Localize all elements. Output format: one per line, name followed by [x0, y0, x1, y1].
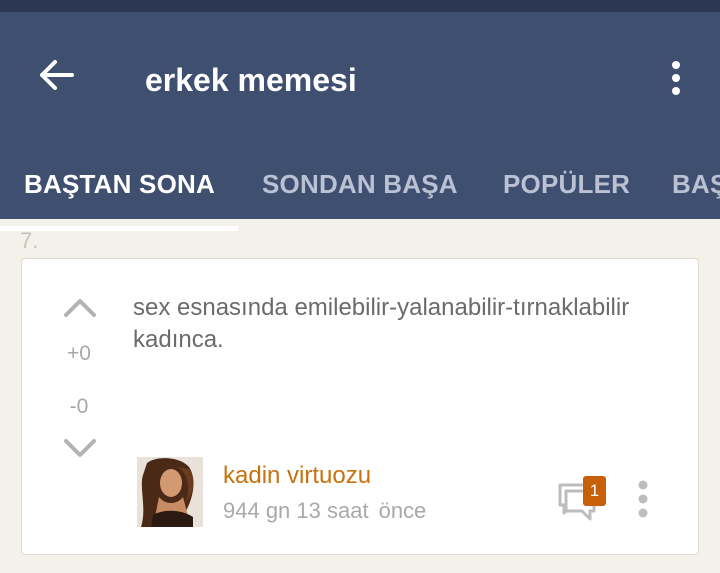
entry-menu-button[interactable]	[630, 477, 656, 521]
tab-bas[interactable]: BAŞ	[672, 166, 720, 202]
downvote-button[interactable]	[60, 435, 100, 463]
app-bar: erkek memesi BAŞTAN SONA SONDAN BAŞA POP…	[0, 12, 720, 231]
upvote-count: +0	[67, 342, 91, 365]
chevron-up-icon	[64, 299, 96, 317]
overflow-menu-button[interactable]	[656, 50, 696, 106]
time-ago: 944 gn 13 saat	[223, 498, 369, 523]
page-title: erkek memesi	[145, 62, 357, 98]
chevron-down-icon	[64, 439, 96, 457]
author-avatar[interactable]	[137, 457, 203, 527]
entry-timestamp: 944 gn 13 saat önce	[223, 497, 436, 525]
more-vertical-icon	[638, 480, 648, 518]
entry-text: sex esnasında emilebilir-yalanabilir-tır…	[133, 294, 630, 353]
downvote-count: -0	[69, 395, 89, 418]
status-bar	[0, 0, 720, 12]
avatar-image	[137, 457, 203, 527]
entry-card: +0 -0 sex esnasında emilebilir-yalanabil…	[21, 258, 699, 555]
more-vertical-icon	[672, 61, 680, 95]
time-suffix: önce	[378, 498, 427, 523]
tab-populer[interactable]: POPÜLER	[503, 166, 630, 202]
author-name[interactable]: kadin virtuozu	[223, 461, 371, 491]
upvote-button[interactable]	[60, 293, 100, 321]
tab-bar: BAŞTAN SONA SONDAN BAŞA POPÜLER BAŞ	[0, 142, 720, 231]
comment-count-badge: 1	[583, 476, 606, 506]
entry-index: 7.	[20, 228, 39, 253]
tab-sondan-basa[interactable]: SONDAN BAŞA	[262, 166, 458, 202]
back-button[interactable]	[32, 50, 82, 100]
arrow-left-icon	[40, 60, 74, 90]
tab-bastan-sona[interactable]: BAŞTAN SONA	[24, 166, 215, 202]
